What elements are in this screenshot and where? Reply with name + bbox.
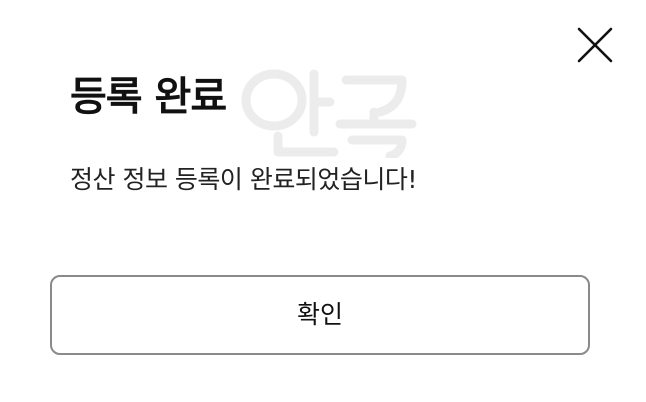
dialog-title: 등록 완료 <box>70 74 227 120</box>
watermark-logo <box>234 62 424 158</box>
dialog-message: 정산 정보 등록이 완료되었습니다! <box>70 165 417 194</box>
completion-dialog: 등록 완료 정산 정보 등록이 완료되었습니다! 확인 <box>0 0 646 402</box>
close-icon <box>577 27 613 63</box>
close-button[interactable] <box>574 24 616 66</box>
confirm-button[interactable]: 확인 <box>50 275 590 355</box>
